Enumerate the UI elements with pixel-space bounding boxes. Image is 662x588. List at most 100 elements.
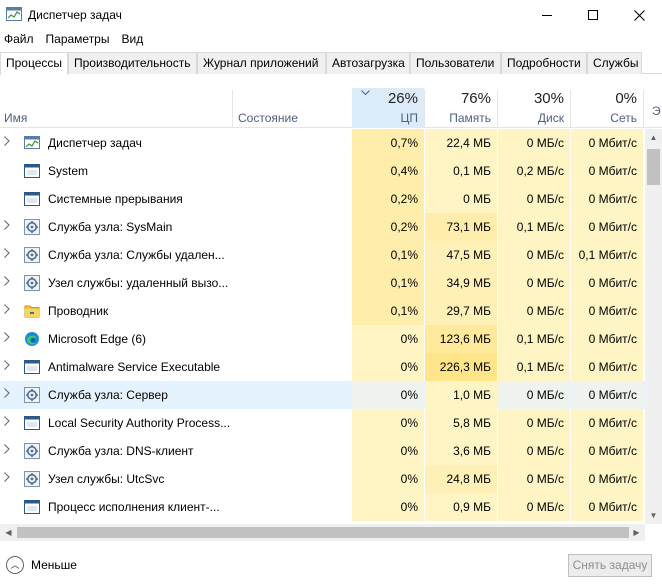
menu-bar: Файл Параметры Вид bbox=[0, 30, 662, 50]
col-memory[interactable]: 76% Память bbox=[425, 88, 497, 128]
chevron-right-icon[interactable] bbox=[4, 388, 14, 400]
footer: ︿ Меньше Снять задачу bbox=[0, 548, 662, 588]
table-row[interactable]: Процесс исполнения клиент-... 0% 0,9 МБ 0 М… bbox=[0, 493, 645, 521]
tab-startup[interactable]: Автозагрузка bbox=[326, 52, 410, 74]
disk-cell: 0,2 МБ/с bbox=[498, 157, 570, 185]
chevron-right-icon[interactable] bbox=[4, 332, 14, 344]
gear-icon bbox=[24, 471, 40, 487]
process-name: Диспетчер задач bbox=[48, 136, 142, 150]
col-name[interactable]: Имя bbox=[0, 88, 232, 128]
taskmgr-icon bbox=[24, 135, 40, 151]
chevron-right-icon[interactable] bbox=[4, 360, 14, 372]
close-button[interactable] bbox=[616, 0, 662, 30]
table-row[interactable]: Antimalware Service Executable 0% 226,3 МБ… bbox=[0, 353, 645, 381]
col-network[interactable]: 0% Сеть bbox=[571, 88, 643, 128]
window-icon bbox=[24, 415, 40, 431]
process-name: System bbox=[48, 164, 89, 178]
chevron-right-icon[interactable] bbox=[4, 136, 14, 148]
col-cpu-label: ЦП bbox=[400, 111, 418, 125]
col-extra[interactable]: Э bbox=[644, 88, 662, 128]
window-icon bbox=[24, 191, 40, 207]
chevron-right-icon[interactable] bbox=[4, 472, 14, 484]
col-status[interactable]: Состояние bbox=[233, 88, 352, 128]
scroll-thumb[interactable] bbox=[647, 149, 660, 185]
disk-cell: 0 МБ/с bbox=[498, 409, 570, 437]
window-title: Диспетчер задач bbox=[28, 8, 122, 22]
table-row[interactable]: Microsoft Edge (6) 0% 123,6 МБ 0,1 МБ/с 0 Мб… bbox=[0, 325, 645, 353]
chevron-right-icon[interactable] bbox=[4, 304, 14, 316]
title-bar: Диспетчер задач bbox=[0, 0, 662, 30]
memory-cell: 226,3 МБ bbox=[425, 353, 497, 381]
network-cell: 0 Мбит/с bbox=[571, 213, 643, 241]
tab-app-history[interactable]: Журнал приложений bbox=[197, 52, 326, 74]
window-icon bbox=[24, 359, 40, 375]
process-list: Диспетчер задач 0,7% 22,4 МБ 0 МБ/с 0 Мбит/с… bbox=[0, 129, 645, 524]
horizontal-scrollbar[interactable]: ◀ ▶ bbox=[0, 524, 645, 541]
close-icon bbox=[633, 9, 645, 21]
table-row[interactable]: Проводник 0,1% 29,7 МБ 0 МБ/с 0 Мбит/с bbox=[0, 297, 645, 325]
memory-total: 76% bbox=[460, 90, 491, 107]
disk-total: 30% bbox=[533, 90, 564, 107]
table-row[interactable]: Диспетчер задач 0,7% 22,4 МБ 0 МБ/с 0 Мбит/с bbox=[0, 129, 645, 157]
col-network-label: Сеть bbox=[610, 111, 637, 125]
disk-cell: 0,1 МБ/с bbox=[498, 325, 570, 353]
chevron-right-icon[interactable] bbox=[4, 276, 14, 288]
menu-file[interactable]: Файл bbox=[0, 30, 40, 50]
chevron-right-icon[interactable] bbox=[4, 220, 14, 232]
memory-cell: 5,8 МБ bbox=[425, 409, 497, 437]
hscroll-thumb[interactable] bbox=[17, 527, 629, 538]
cpu-cell: 0,7% bbox=[352, 129, 424, 157]
chevron-right-icon[interactable] bbox=[4, 416, 14, 428]
process-name: Узел службы: UtcSvc bbox=[48, 472, 165, 486]
table-row[interactable]: Узел службы: удаленный вызо... 0,1% 34,9 М… bbox=[0, 269, 645, 297]
table-row[interactable]: Служба узла: Службы удален... 0,1% 47,5 МБ… bbox=[0, 241, 645, 269]
network-cell: 0 Мбит/с bbox=[571, 437, 643, 465]
edge-icon bbox=[24, 331, 40, 347]
maximize-button[interactable] bbox=[570, 0, 616, 30]
table-row[interactable]: Служба узла: SysMain 0,2% 73,1 МБ 0,1 МБ/с 0… bbox=[0, 213, 645, 241]
table-row[interactable]: Служба узла: Сервер 0% 1,0 МБ 0 МБ/с 0 Мбит/… bbox=[0, 381, 645, 409]
vertical-scrollbar[interactable]: ▲ ▼ bbox=[645, 129, 662, 524]
col-disk[interactable]: 30% Диск bbox=[498, 88, 570, 128]
memory-cell: 24,8 МБ bbox=[425, 465, 497, 493]
disk-cell: 0,1 МБ/с bbox=[498, 213, 570, 241]
window-icon bbox=[24, 163, 40, 179]
tab-details[interactable]: Подробности bbox=[501, 52, 587, 74]
network-cell: 0 Мбит/с bbox=[571, 493, 643, 521]
tab-performance[interactable]: Производительность bbox=[68, 52, 197, 74]
fewer-details-link[interactable]: Меньше bbox=[31, 558, 77, 572]
memory-cell: 1,0 МБ bbox=[425, 381, 497, 409]
process-name: Служба узла: DNS-клиент bbox=[48, 444, 194, 458]
scroll-right-arrow-icon[interactable]: ▶ bbox=[628, 524, 645, 541]
col-memory-label: Память bbox=[449, 111, 491, 125]
scroll-up-arrow-icon[interactable]: ▲ bbox=[645, 129, 662, 146]
tab-processes[interactable]: Процессы bbox=[0, 52, 68, 75]
table-row[interactable]: System 0,4% 0,1 МБ 0,2 МБ/с 0 Мбит/с bbox=[0, 157, 645, 185]
network-cell: 0 Мбит/с bbox=[571, 465, 643, 493]
disk-cell: 0 МБ/с bbox=[498, 381, 570, 409]
tab-services[interactable]: Службы bbox=[587, 52, 642, 74]
memory-cell: 123,6 МБ bbox=[425, 325, 497, 353]
menu-options[interactable]: Параметры bbox=[40, 30, 116, 50]
network-cell: 0 Мбит/с bbox=[571, 297, 643, 325]
table-row[interactable]: Узел службы: UtcSvc 0% 24,8 МБ 0 МБ/с 0 Мбит… bbox=[0, 465, 645, 493]
process-name: Antimalware Service Executable bbox=[48, 360, 221, 374]
memory-cell: 3,6 МБ bbox=[425, 437, 497, 465]
chevron-right-icon[interactable] bbox=[4, 248, 14, 260]
chevron-up-icon[interactable]: ︿ bbox=[6, 556, 24, 574]
chevron-right-icon[interactable] bbox=[4, 444, 14, 456]
scroll-down-arrow-icon[interactable]: ▼ bbox=[645, 507, 662, 524]
gear-icon bbox=[24, 219, 40, 235]
minimize-button[interactable] bbox=[524, 0, 570, 30]
table-row[interactable]: Служба узла: DNS-клиент 0% 3,6 МБ 0 МБ/с 0 М… bbox=[0, 437, 645, 465]
cpu-cell: 0,1% bbox=[352, 269, 424, 297]
table-row[interactable]: Системные прерывания 0,2% 0 МБ 0 МБ/с 0 Мбит… bbox=[0, 185, 645, 213]
col-cpu[interactable]: 26% ЦП bbox=[352, 88, 424, 128]
cpu-cell: 0,1% bbox=[352, 297, 424, 325]
tab-users[interactable]: Пользователи bbox=[410, 52, 501, 74]
menu-view[interactable]: Вид bbox=[115, 30, 149, 50]
scroll-left-arrow-icon[interactable]: ◀ bbox=[0, 524, 17, 541]
end-task-button[interactable]: Снять задачу bbox=[568, 554, 652, 577]
process-name: Системные прерывания bbox=[48, 192, 183, 206]
table-row[interactable]: Local Security Authority Process... 0% 5,8… bbox=[0, 409, 645, 437]
